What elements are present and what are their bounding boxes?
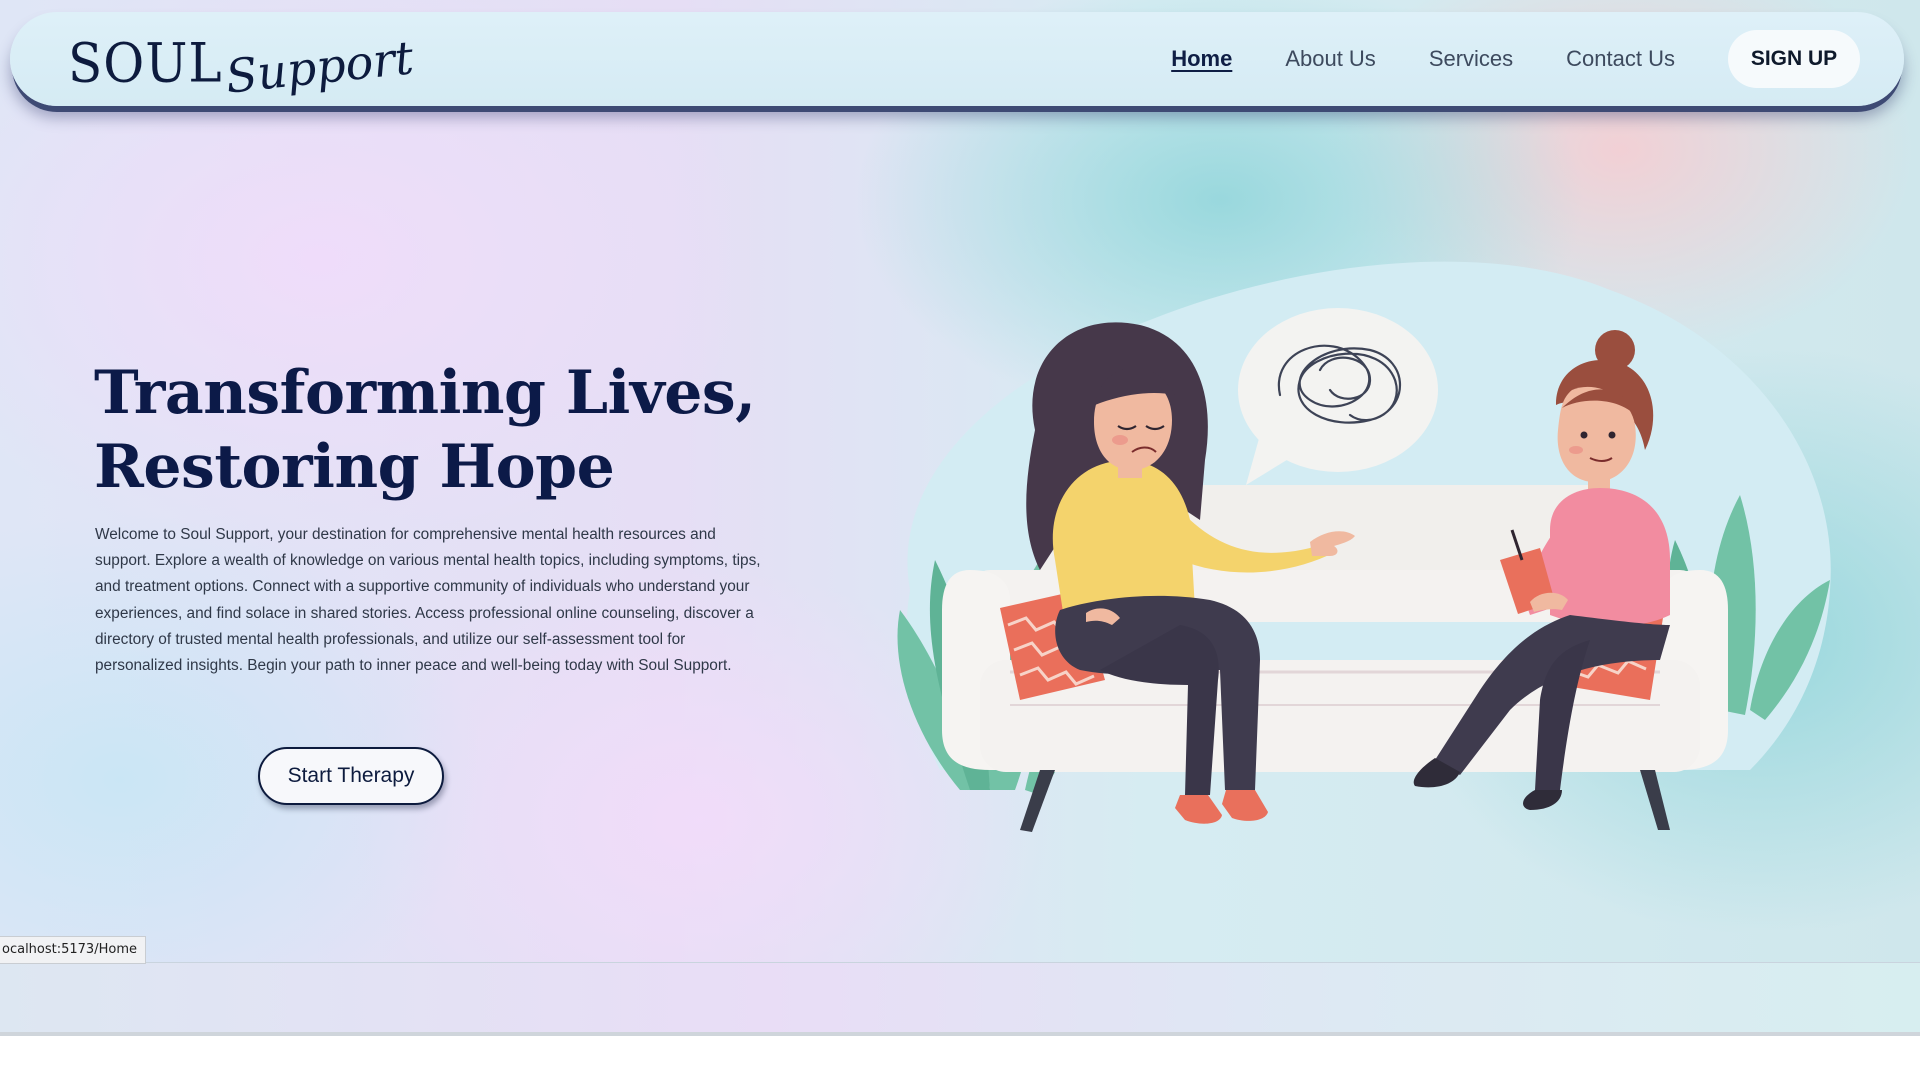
hero-title-line-1: Transforming Lives, [94,358,756,428]
brand-logo[interactable]: SOUL Support [66,24,416,103]
brand-name-script: Support [222,30,416,104]
nav-link-contact[interactable]: Contact Us [1566,46,1675,72]
status-bar-url: ocalhost:5173/Home [0,936,146,964]
nav-link-home[interactable]: Home [1171,46,1232,72]
footer-strip [0,962,1920,1034]
hero-title-line-2: Restoring Hope [94,432,615,502]
nav-link-about[interactable]: About Us [1285,46,1376,72]
hero-description: Welcome to Soul Support, your destinatio… [95,526,761,675]
main-nav: Home About Us Services Contact Us SIGN U… [1171,30,1860,88]
top-navbar: SOUL Support Home About Us Services Cont… [10,12,1904,106]
sign-up-button[interactable]: SIGN UP [1728,30,1860,88]
brand-name-primary: SOUL [68,31,223,95]
nav-link-services[interactable]: Services [1429,46,1513,72]
therapy-session-illustration [897,261,1831,832]
page-bottom-edge [0,1032,1920,1036]
page-viewport: SOUL Support Home About Us Services Cont… [0,0,1920,1034]
hero-title: Transforming Lives, Restoring Hope [94,356,834,504]
start-therapy-button[interactable]: Start Therapy [258,747,444,805]
